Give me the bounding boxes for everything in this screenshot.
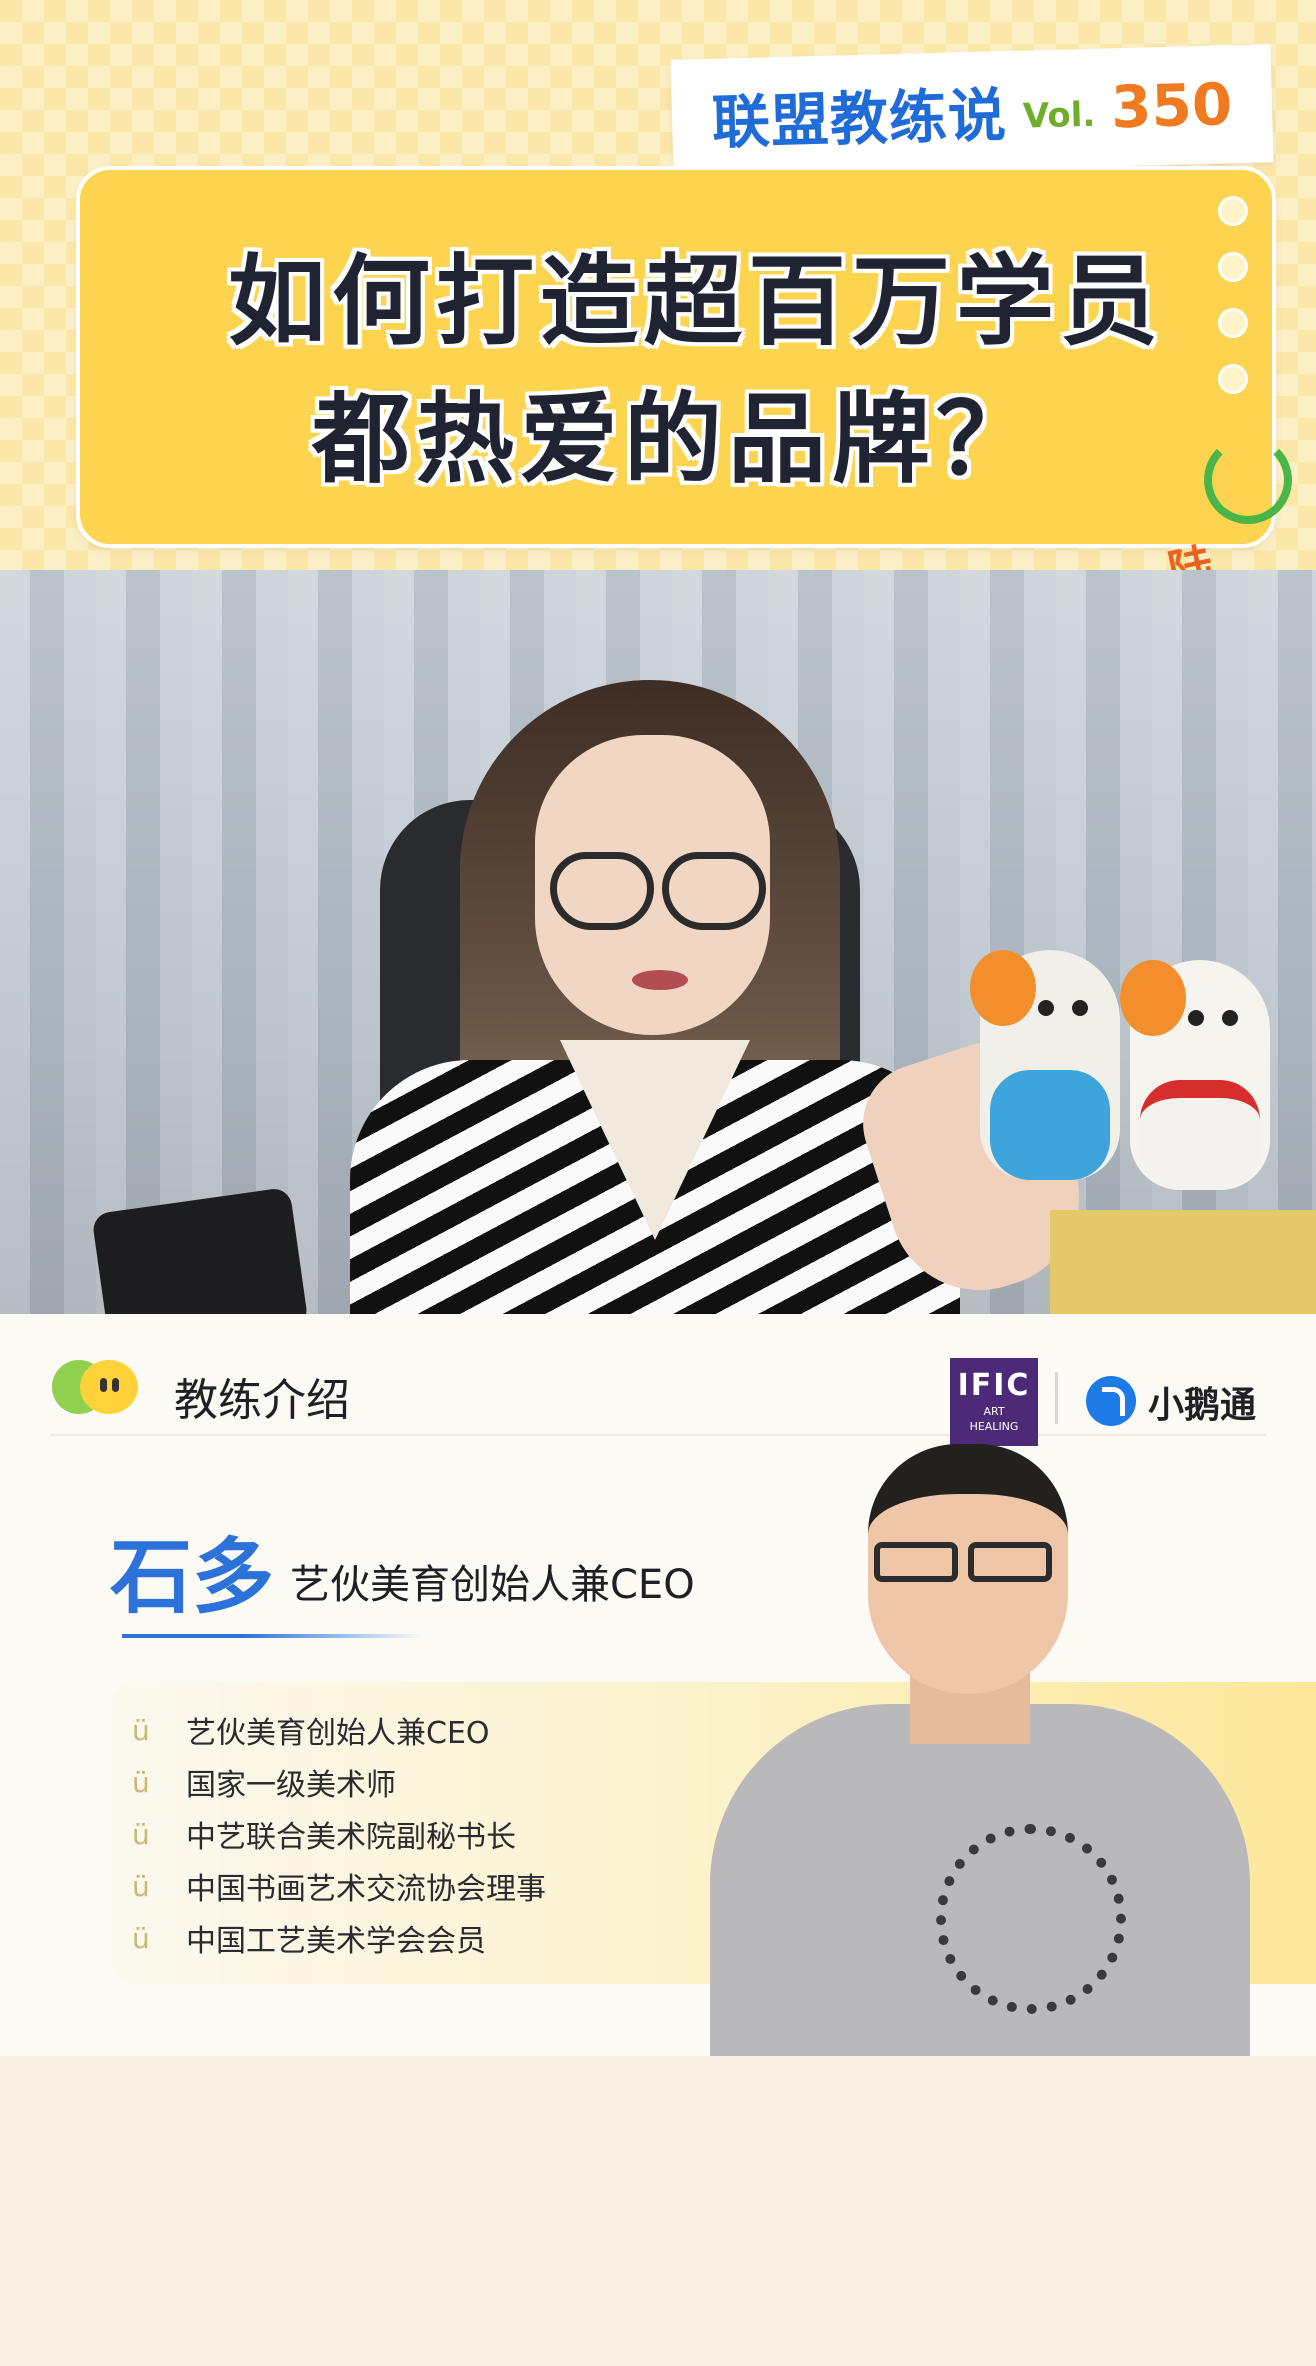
credential-text: 艺伙美育创始人兼CEO xyxy=(186,1716,490,1751)
binder-ring-icon xyxy=(1218,252,1248,282)
plush-toy-blue xyxy=(970,950,1120,1180)
section-title: 教练介绍 xyxy=(174,1375,350,1426)
platform-name: 小鹅通 xyxy=(1148,1385,1257,1426)
check-bullet-icon: ü xyxy=(132,1713,150,1747)
coach-portrait xyxy=(700,1444,1260,2056)
coach-name: 石多 xyxy=(110,1530,275,1625)
glasses-icon xyxy=(550,852,654,930)
video-frame[interactable] xyxy=(0,570,1316,1314)
credential-text: 中艺联合美术院副秘书长 xyxy=(186,1820,516,1855)
list-item: ü 中国工艺美术学会会员 xyxy=(132,1912,546,1964)
blank-footer-area xyxy=(0,2056,1316,2366)
glasses-icon xyxy=(662,852,766,930)
plush-toy-red xyxy=(1120,960,1270,1190)
glasses-icon xyxy=(968,1542,1052,1582)
coach-intro-panel: 教练介绍 IFIC ART HEALING 小鹅通 石多 艺伙美育创始人兼CEO… xyxy=(0,1314,1316,2056)
list-item: ü 中国书画艺术交流协会理事 xyxy=(132,1860,546,1912)
check-bullet-icon: ü xyxy=(132,1817,150,1851)
list-item: ü 国家一级美术师 xyxy=(132,1756,546,1808)
binder-ring-icon xyxy=(1218,308,1248,338)
brand-name: 联盟教练说 xyxy=(711,81,1008,157)
table-surface xyxy=(1050,1210,1316,1314)
tshirt-print-icon xyxy=(936,1824,1126,2014)
episode-header: 联盟教练说 Vol. 350 如何打造超百万学员 都热爱的品牌？ 陆 xyxy=(0,0,1316,570)
list-item: ü 中艺联合美术院副秘书长 xyxy=(132,1808,546,1860)
name-underline xyxy=(122,1634,422,1638)
brand-tag: 联盟教练说 Vol. 350 xyxy=(670,44,1274,178)
vol-label: Vol. xyxy=(1022,94,1096,137)
vol-number: 350 xyxy=(1110,70,1234,142)
credential-text: 中国工艺美术学会会员 xyxy=(186,1924,486,1959)
glasses-icon xyxy=(874,1542,958,1582)
check-bullet-icon: ü xyxy=(132,1869,150,1903)
binder-ring-icon xyxy=(1218,196,1248,226)
credential-text: 国家一级美术师 xyxy=(186,1768,396,1803)
binder-ring-icon xyxy=(1218,364,1248,394)
credential-text: 中国书画艺术交流协会理事 xyxy=(186,1872,546,1907)
episode-title-line-2: 都热爱的品牌？ xyxy=(311,383,1040,497)
episode-title-line-1: 如何打造超百万学员 xyxy=(227,245,1164,359)
speaker-mouth xyxy=(632,970,688,990)
credentials-list: ü 艺伙美育创始人兼CEO ü 国家一级美术师 ü 中艺联合美术院副秘书长 ü … xyxy=(132,1704,546,1964)
xiaoetong-logo-icon xyxy=(1086,1376,1136,1426)
logo-divider xyxy=(1055,1372,1058,1424)
ific-logo: IFIC ART HEALING xyxy=(950,1358,1038,1446)
coach-intro-header: 教练介绍 IFIC ART HEALING 小鹅通 xyxy=(50,1352,1266,1446)
episode-title-card: 如何打造超百万学员 都热爱的品牌？ xyxy=(76,166,1276,548)
phone-prop xyxy=(91,1186,309,1314)
coach-role: 艺伙美育创始人兼CEO xyxy=(290,1562,695,1608)
green-hook-icon xyxy=(1204,436,1292,524)
smiley-bubble-icon xyxy=(80,1360,138,1414)
check-bullet-icon: ü xyxy=(132,1921,150,1955)
list-item: ü 艺伙美育创始人兼CEO xyxy=(132,1704,546,1756)
check-bullet-icon: ü xyxy=(132,1765,150,1799)
